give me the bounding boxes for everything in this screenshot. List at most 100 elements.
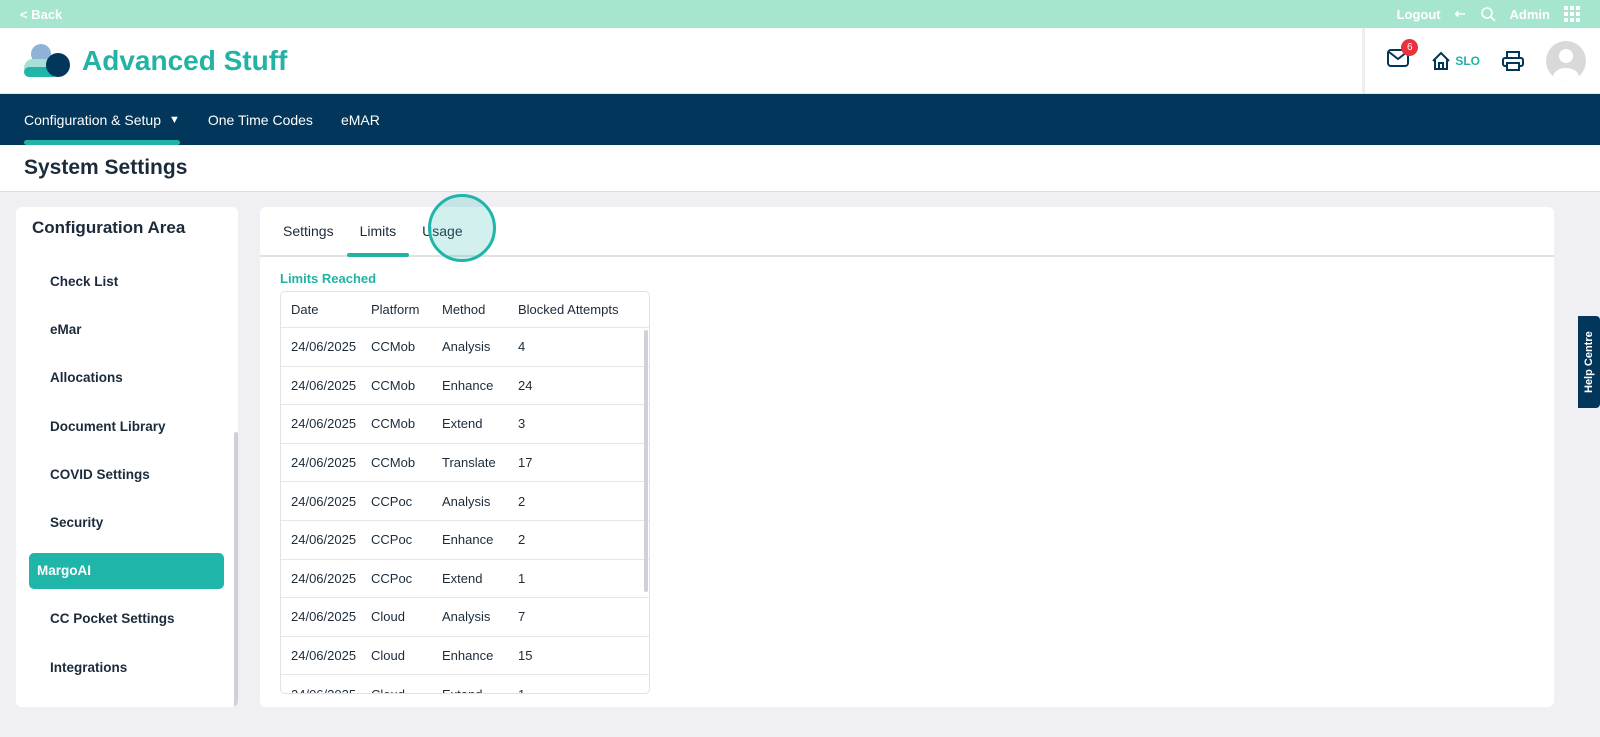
table-cell: 3 bbox=[518, 416, 526, 432]
tab-limits[interactable]: Limits bbox=[346, 207, 410, 257]
table-row: 24/06/2025 Cloud Enhance 15 bbox=[281, 637, 649, 676]
table-cell: Enhance bbox=[442, 377, 494, 393]
column-header[interactable]: Platform bbox=[371, 302, 442, 317]
search-icon[interactable] bbox=[1480, 6, 1496, 22]
main-panel: Settings Limits Usage Limits Reached Dat… bbox=[260, 207, 1554, 707]
table-cell: 15 bbox=[518, 648, 533, 664]
messages-button[interactable]: 6 bbox=[1387, 39, 1419, 72]
table-cell: CCPoc bbox=[371, 532, 413, 548]
sidebar-item-security[interactable]: Security bbox=[29, 498, 225, 546]
table-row: 24/06/2025 CCMob Analysis 4 bbox=[281, 328, 649, 367]
table-cell: 24/06/2025 bbox=[291, 416, 357, 432]
table-row: 24/06/2025 CCPoc Enhance 2 bbox=[281, 521, 649, 560]
click-indicator bbox=[428, 194, 496, 262]
table-cell: Analysis bbox=[442, 339, 491, 355]
table-cell: 17 bbox=[518, 455, 533, 471]
table-cell: 7 bbox=[518, 609, 526, 625]
nav-emar[interactable]: eMAR bbox=[341, 94, 380, 145]
table-row: 24/06/2025 CCMob Extend 3 bbox=[281, 405, 649, 444]
user-name[interactable]: Admin bbox=[1510, 7, 1550, 22]
table-cell: Analysis bbox=[442, 493, 491, 509]
sidebar-item-covid-settings[interactable]: COVID Settings bbox=[29, 450, 225, 498]
table-scrollbar[interactable] bbox=[644, 330, 648, 592]
nav-configuration-setup[interactable]: Configuration & Setup ▼ bbox=[24, 94, 180, 145]
table-cell: Enhance bbox=[442, 648, 494, 664]
table-cell: 24/06/2025 bbox=[291, 609, 357, 625]
home-icon bbox=[1432, 51, 1451, 70]
table-cell: CCMob bbox=[371, 377, 416, 393]
column-header[interactable]: Blocked Attempts bbox=[518, 302, 649, 317]
table-cell: Translate bbox=[442, 455, 496, 471]
table-row: 24/06/2025 CCPoc Analysis 2 bbox=[281, 482, 649, 521]
sidebar-scrollbar[interactable] bbox=[234, 432, 238, 707]
table-cell: Analysis bbox=[442, 609, 491, 625]
logout-link[interactable]: Logout bbox=[1397, 7, 1441, 22]
table-row: 24/06/2025CloudExtend1 bbox=[281, 675, 649, 693]
table-cell: 24 bbox=[518, 377, 533, 393]
table-cell: 24/06/2025 bbox=[291, 455, 357, 471]
sidebar-item-integrations[interactable]: Integrations bbox=[29, 643, 225, 691]
column-header[interactable]: Method bbox=[442, 302, 518, 317]
chevron-down-icon: ▼ bbox=[168, 113, 180, 126]
table-cell: 24/06/2025 bbox=[291, 532, 357, 548]
configuration-sidebar: Configuration Area Check List eMar Alloc… bbox=[16, 207, 238, 707]
brand[interactable]: Advanced Stuff bbox=[24, 43, 287, 79]
column-header[interactable]: Date bbox=[281, 302, 371, 317]
table-cell: CCMob bbox=[371, 455, 416, 471]
table-row: 24/06/2025 CCPoc Extend 1 bbox=[281, 560, 649, 599]
top-bar: < Back Logout ⇠ Admin bbox=[0, 0, 1600, 28]
page-title: System Settings bbox=[0, 145, 1600, 192]
brand-name: Advanced Stuff bbox=[82, 44, 288, 76]
home-label: SLO bbox=[1455, 53, 1480, 68]
main-nav: Configuration & Setup ▼ One Time Codes eM… bbox=[0, 94, 1600, 145]
table-row: 24/06/2025 CCMob Translate 17 bbox=[281, 444, 649, 483]
brand-logo-icon bbox=[24, 43, 70, 77]
table-cell: 24/06/2025 bbox=[281, 687, 371, 693]
sidebar-item-document-library[interactable]: Document Library bbox=[29, 402, 225, 450]
sidebar-item-allocations[interactable]: Allocations bbox=[29, 354, 225, 402]
table-cell: Extend bbox=[442, 416, 483, 432]
tab-settings[interactable]: Settings bbox=[270, 207, 347, 255]
table-cell: 24/06/2025 bbox=[291, 493, 357, 509]
limits-table: Date Platform Method Blocked Attempts 24… bbox=[280, 291, 650, 694]
table-row: 24/06/2025 Cloud Analysis 7 bbox=[281, 598, 649, 637]
apps-grid-icon[interactable] bbox=[1564, 6, 1580, 22]
home-button[interactable]: SLO bbox=[1431, 51, 1480, 71]
table-cell: 24/06/2025 bbox=[291, 570, 357, 586]
table-cell: CCMob bbox=[371, 416, 416, 432]
table-cell: Cloud bbox=[371, 648, 405, 664]
sidebar-item-check-list[interactable]: Check List bbox=[29, 257, 225, 305]
help-centre-tab[interactable]: Help Centre bbox=[1578, 316, 1600, 408]
mail-count-badge: 6 bbox=[1401, 39, 1419, 56]
nav-one-time-codes[interactable]: One Time Codes bbox=[208, 94, 313, 145]
table-header: Date Platform Method Blocked Attempts bbox=[281, 292, 649, 328]
table-cell: 2 bbox=[518, 532, 526, 548]
table-cell: 4 bbox=[518, 339, 526, 355]
table-cell: 24/06/2025 bbox=[291, 648, 357, 664]
table-cell: Extend bbox=[442, 687, 518, 693]
table-cell: CCPoc bbox=[371, 493, 413, 509]
table-cell: 2 bbox=[518, 493, 526, 509]
avatar[interactable] bbox=[1546, 40, 1586, 81]
table-cell: Enhance bbox=[442, 532, 494, 548]
table-cell: CCPoc bbox=[371, 570, 413, 586]
sidebar-item-margoai[interactable]: MargoAI bbox=[29, 552, 224, 589]
table-cell: Cloud bbox=[371, 687, 442, 693]
table-cell: 1 bbox=[518, 687, 649, 693]
sidebar-item-emar[interactable]: eMar bbox=[29, 305, 225, 353]
logout-icon[interactable]: ⇠ bbox=[1455, 6, 1466, 22]
limits-reached-title: Limits Reached bbox=[280, 271, 377, 286]
table-cell: Cloud bbox=[371, 609, 405, 625]
table-cell: 24/06/2025 bbox=[291, 339, 357, 355]
table-row: 24/06/2025 CCMob Enhance 24 bbox=[281, 367, 649, 406]
table-cell: Extend bbox=[442, 570, 483, 586]
sidebar-item-cc-pocket-settings[interactable]: CC Pocket Settings bbox=[29, 595, 225, 643]
header: Advanced Stuff 6 SLO bbox=[0, 28, 1600, 94]
nav-label: Configuration & Setup bbox=[24, 111, 161, 128]
print-icon[interactable] bbox=[1502, 50, 1524, 72]
table-cell: 24/06/2025 bbox=[291, 377, 357, 393]
table-cell: CCMob bbox=[371, 339, 416, 355]
table-cell: 1 bbox=[518, 570, 526, 586]
sidebar-title: Configuration Area bbox=[32, 218, 186, 237]
back-link[interactable]: < Back bbox=[20, 7, 62, 22]
